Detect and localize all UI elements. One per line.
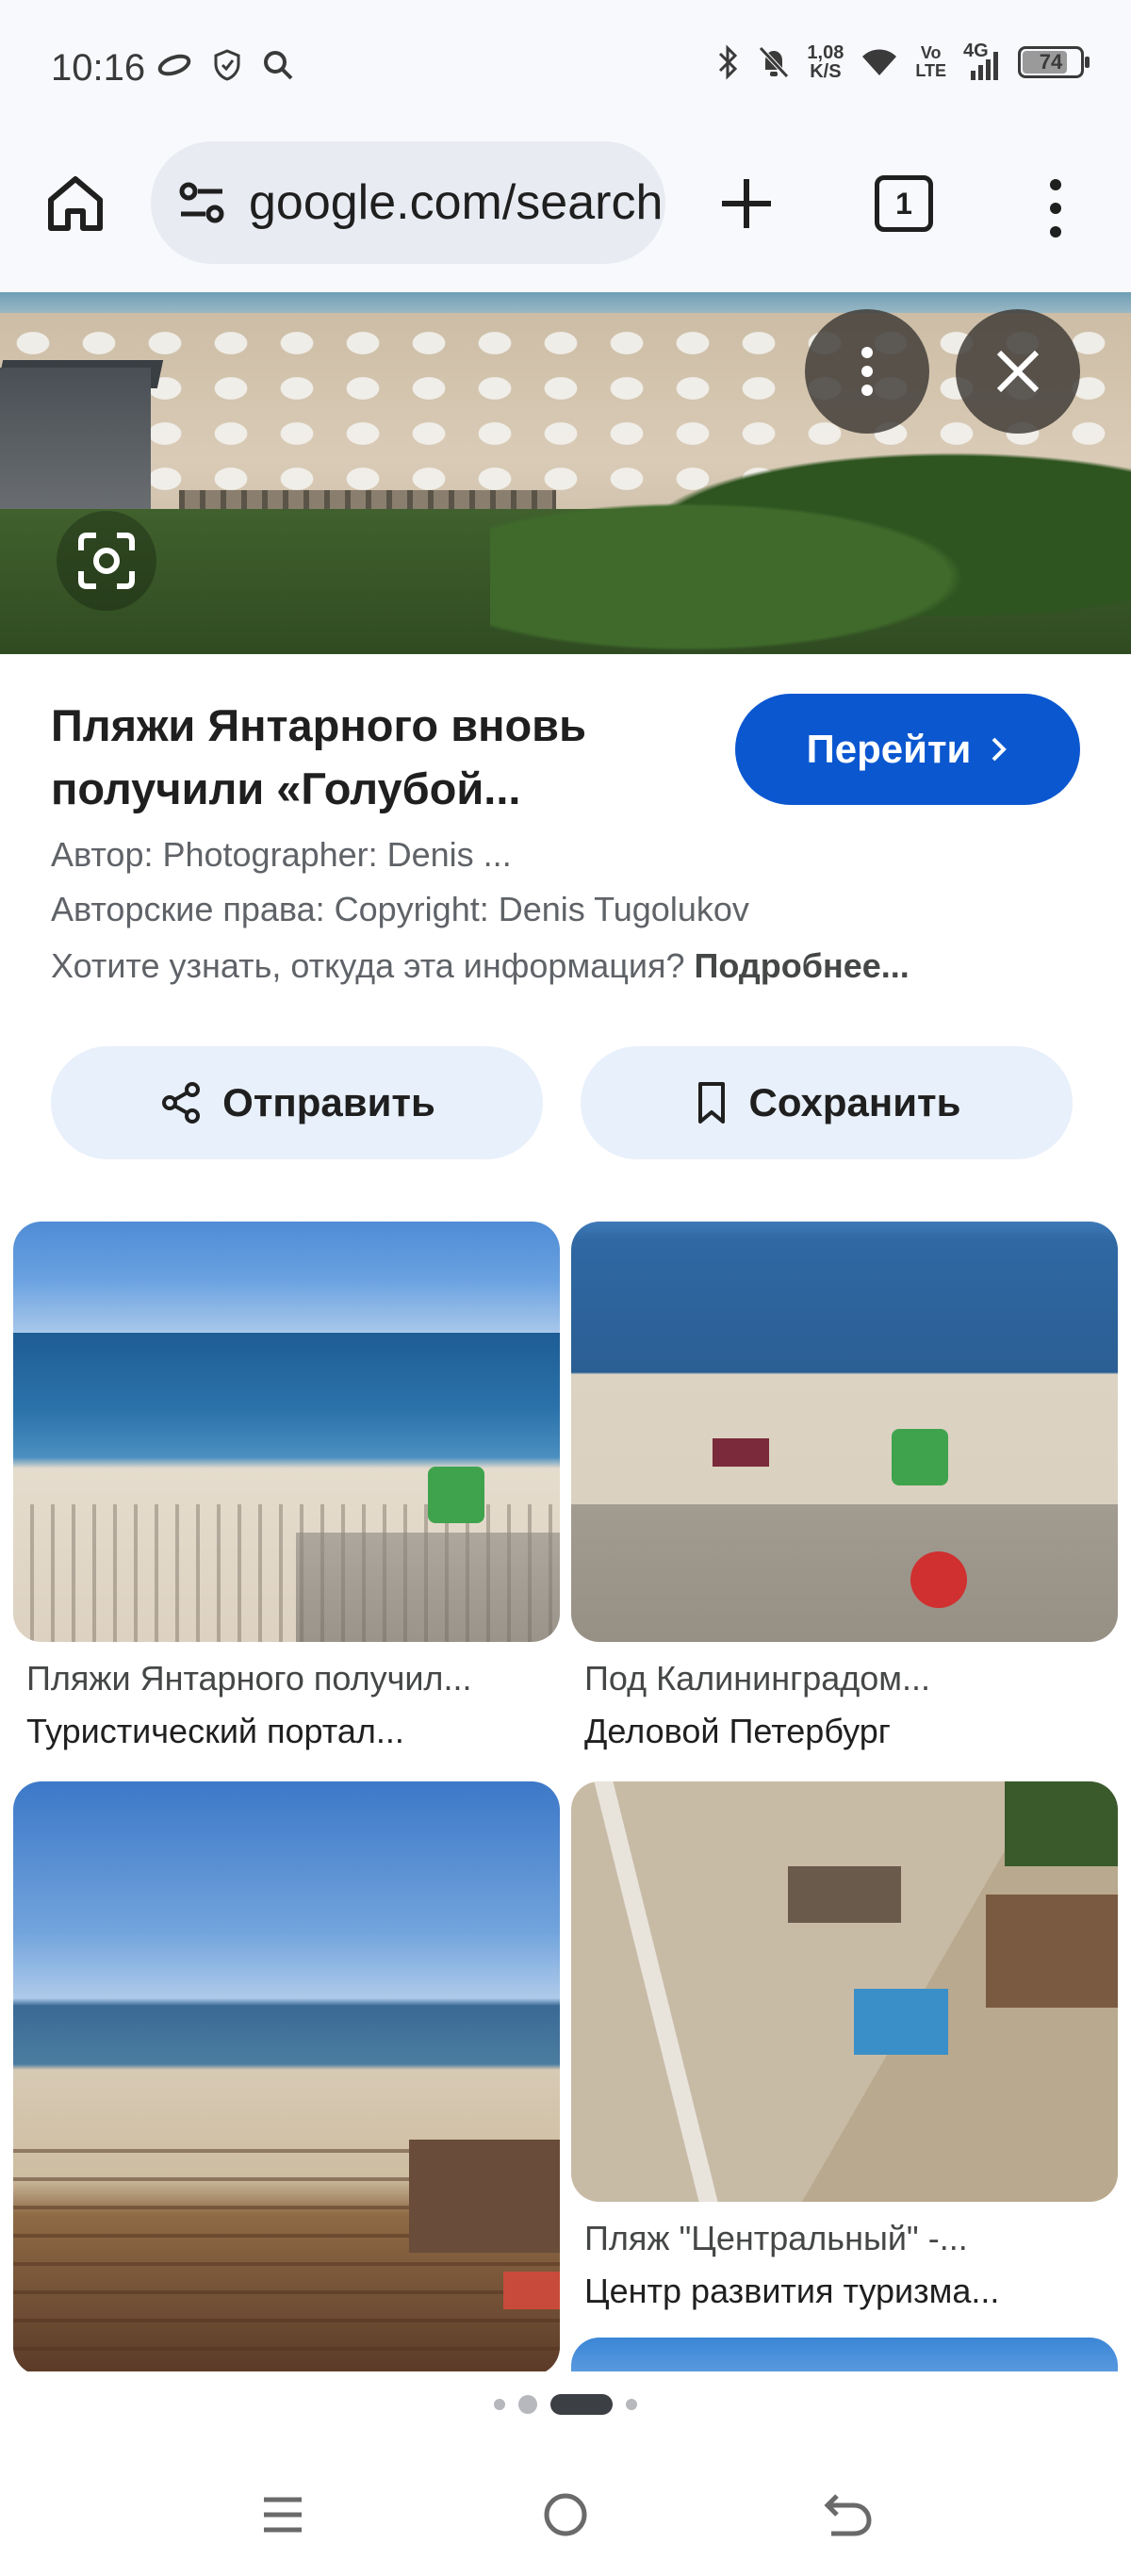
oval-app-icon: [157, 54, 191, 76]
url-text[interactable]: google.com/search: [249, 174, 663, 231]
result-source: Туристический портал...: [26, 1712, 404, 1750]
chevron-right-icon: [992, 737, 1008, 762]
visit-button-label: Перейти: [806, 727, 972, 771]
home-nav-icon[interactable]: [537, 2486, 594, 2543]
system-nav-bar: [0, 2451, 1131, 2576]
volte-top: Vo: [920, 43, 942, 62]
bluetooth-icon: [719, 44, 738, 80]
page-dot-active: [550, 2394, 613, 2415]
volte-bottom: LTE: [915, 61, 946, 80]
browser-toolbar: google.com/search 1: [0, 141, 1131, 292]
tab-switcher-button[interactable]: 1: [875, 175, 933, 232]
result-thumbnail[interactable]: [13, 1222, 560, 1642]
bookmark-icon: [697, 1082, 725, 1124]
author-text: Автор: Photographer: Denis ...: [51, 835, 512, 874]
copyright-text: Авторские права: Copyright: Denis Tugolu…: [51, 890, 749, 928]
search-status-icon: [264, 51, 293, 80]
result-source: Центр развития туризма...: [584, 2272, 1000, 2310]
share-icon: [162, 1082, 201, 1124]
wifi-icon: [862, 49, 897, 75]
tune-icon[interactable]: [175, 176, 228, 229]
more-vert-icon: [861, 347, 873, 396]
back-icon[interactable]: [820, 2486, 877, 2543]
lens-button[interactable]: [57, 511, 156, 611]
shield-icon: [214, 49, 240, 81]
plus-icon[interactable]: [713, 170, 780, 238]
result-thumbnail[interactable]: [571, 1781, 1118, 2202]
save-button[interactable]: Сохранить: [581, 1046, 1073, 1159]
page-dot: [626, 2399, 637, 2410]
share-button[interactable]: Отправить: [51, 1046, 543, 1159]
home-icon[interactable]: [41, 170, 109, 238]
page-dot: [494, 2399, 505, 2410]
result-title: Пляж "Центральный" -...: [584, 2219, 968, 2257]
result-title: Под Калининградом...: [584, 1659, 931, 1698]
page-dot: [518, 2395, 537, 2414]
preview-image[interactable]: [0, 292, 1131, 654]
visit-button[interactable]: Перейти: [735, 694, 1080, 805]
result-title: Пляжи Янтарного получил...: [26, 1659, 472, 1698]
mute-bell-icon: [759, 46, 790, 78]
result-thumbnail[interactable]: [571, 2338, 1118, 2375]
learn-more-link[interactable]: Подробнее...: [694, 946, 909, 985]
close-icon: [996, 350, 1040, 393]
save-label: Сохранить: [748, 1080, 961, 1124]
status-bar: 10:16 1,08 K/S Vo LTE 4G 74: [0, 0, 1131, 141]
result-source: Деловой Петербург: [584, 1712, 891, 1750]
address-bar[interactable]: google.com/search: [151, 141, 665, 264]
signal-4g-icon: 4G: [963, 41, 1001, 80]
more-vert-icon[interactable]: [1033, 175, 1078, 241]
battery-indicator: 74: [1018, 46, 1090, 78]
recent-apps-icon[interactable]: [254, 2486, 311, 2543]
net-speed-value: 1,08: [807, 42, 844, 63]
status-time: 10:16: [51, 47, 146, 89]
result-title[interactable]: Пляжи Янтарного вновь получили «Голубой.…: [51, 694, 711, 820]
battery-level: 74: [1039, 50, 1063, 74]
result-thumbnail[interactable]: [13, 1781, 560, 2375]
share-label: Отправить: [222, 1080, 435, 1124]
info-question: Хотите узнать, откуда эта информация?: [51, 946, 685, 985]
image-options-button[interactable]: [805, 309, 929, 434]
lens-icon: [78, 533, 135, 589]
net-speed-unit: K/S: [810, 61, 842, 82]
result-thumbnail[interactable]: [571, 1222, 1118, 1642]
page-indicator: [0, 2394, 1131, 2415]
close-button[interactable]: [956, 309, 1080, 434]
